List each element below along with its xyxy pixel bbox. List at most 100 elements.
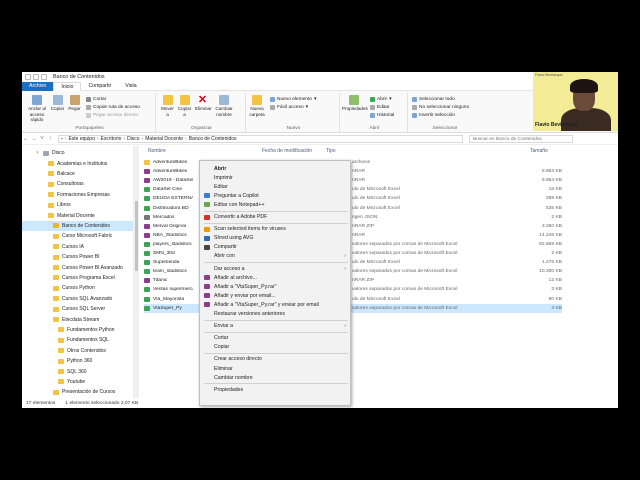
selection-info: 1 elemento seleccionado 2,07 KB	[65, 400, 139, 406]
breadcrumb-4[interactable]: Material Docente	[145, 136, 183, 142]
nav-item[interactable]: Presentación de Cursos	[22, 387, 133, 397]
edit-button[interactable]: Editar	[370, 104, 390, 111]
nav-item[interactable]: Banco de Contenidos	[22, 220, 133, 232]
copy-path-button[interactable]: Copiar ruta de acceso	[86, 104, 140, 111]
context-menu-item[interactable]: Imprimir	[200, 173, 350, 182]
nav-item[interactable]: Material Docente	[22, 210, 133, 220]
move-to-button[interactable]: Mover a	[160, 95, 175, 117]
context-menu-item[interactable]: Añadir al archivo...	[200, 273, 350, 282]
context-menu-item[interactable]: Convertir a Adobe PDF	[200, 213, 350, 222]
delete-button[interactable]: ✕ Eliminar	[195, 95, 212, 112]
context-menu-item[interactable]: Editar	[200, 182, 350, 191]
column-name[interactable]: Nombre	[148, 148, 166, 154]
properties-icon[interactable]	[25, 74, 31, 80]
nav-item[interactable]: Libros	[22, 200, 133, 210]
nav-item[interactable]: Formaciones Empresas	[22, 190, 133, 200]
context-menu-item[interactable]: Añadir a "VtaSuper_Py.rar"	[200, 282, 350, 291]
copy-button[interactable]: Copiar	[50, 95, 65, 112]
context-menu-item[interactable]: Scan selected items for viruses	[200, 225, 350, 234]
history-button[interactable]: Historial	[370, 112, 394, 119]
tab-archivo[interactable]: Archivo	[22, 81, 54, 91]
up-arrow-icon[interactable]: ↑	[46, 136, 54, 142]
nav-item[interactable]: Cursos SQL Server	[22, 304, 133, 314]
paste-button[interactable]: Pegar	[67, 95, 82, 112]
context-menu-item[interactable]: Propiedades	[200, 385, 350, 394]
context-menu-item[interactable]: Compartir	[200, 243, 350, 252]
file-type: nRAR	[352, 169, 366, 175]
nav-item[interactable]: Fundamentos SQL	[22, 335, 133, 345]
invert-selection-button[interactable]: Invertir selección	[412, 112, 455, 119]
context-menu-item[interactable]: Restaurar versiones anteriores	[200, 310, 350, 319]
new-item-button[interactable]: Nuevo elemento ▾	[270, 96, 316, 103]
context-menu-item[interactable]: Añadir y enviar por email...	[200, 291, 350, 300]
column-size[interactable]: Tamaño	[530, 148, 548, 154]
back-arrow-icon[interactable]: ←	[22, 136, 30, 142]
select-none-button[interactable]: No seleccionar ninguno	[412, 104, 469, 111]
context-menu-item[interactable]: Abrir con ›	[200, 252, 350, 261]
chevron-down-icon: ▾	[313, 97, 317, 102]
menu-item-icon	[204, 244, 210, 250]
context-menu-item[interactable]: Cortar	[200, 334, 350, 343]
column-type[interactable]: Tipo	[326, 148, 336, 154]
new-folder-button[interactable]: Nueva carpeta	[248, 95, 266, 117]
nav-item[interactable]: Cursos IA	[22, 242, 133, 252]
forward-arrow-icon[interactable]: →	[30, 136, 38, 142]
breadcrumb-3[interactable]: Disco	[127, 136, 140, 142]
nav-item[interactable]: Cursos Python	[22, 283, 133, 293]
nav-item[interactable]: Otros Contenidos	[22, 346, 133, 356]
address-bar[interactable]: ▪ › Este equipo › Escritorio › Disco › M…	[58, 135, 463, 143]
recent-chevron-icon[interactable]: ˅	[38, 136, 46, 142]
expand-chevron-icon[interactable]: ˅	[36, 150, 40, 156]
tab-compartir[interactable]: Compartir	[81, 82, 118, 91]
folder-icon[interactable]	[41, 74, 47, 80]
scrollbar-thumb[interactable]	[135, 201, 138, 271]
context-menu-item[interactable]: Copiar	[200, 343, 350, 352]
copy-to-button[interactable]: Copiar a	[177, 95, 192, 117]
nav-item[interactable]: Balcace	[22, 169, 133, 179]
breadcrumb-1[interactable]: Este equipo	[68, 136, 94, 142]
context-menu-item[interactable]: Enviar a ›	[200, 322, 350, 331]
pin-quick-access-button[interactable]: Anclar al acceso rápido	[26, 95, 48, 123]
properties-button[interactable]: Propiedades	[342, 95, 368, 112]
file-type: ulo de Microsoft Excel	[352, 187, 400, 193]
open-button[interactable]: Abrir ▾	[370, 96, 392, 103]
nav-scrollbar[interactable]	[134, 146, 139, 398]
nav-item[interactable]: ˅ Disco	[22, 148, 133, 158]
nav-item[interactable]: Fundamentos Python	[22, 325, 133, 335]
context-menu-item[interactable]: Dar acceso a ›	[200, 264, 350, 273]
context-menu-label: Añadir a "VtaSuper_Py.rar"	[214, 283, 277, 290]
nav-item[interactable]: Cursos Power BI Avanzado	[22, 262, 133, 272]
context-menu-item[interactable]: Editar con Notepad++	[200, 200, 350, 209]
rename-button[interactable]: Cambiar nombre	[214, 95, 234, 117]
new-folder-icon[interactable]	[33, 74, 39, 80]
context-menu-item[interactable]: Crear acceso directo	[200, 355, 350, 364]
breadcrumb-2[interactable]: Escritorio	[101, 136, 122, 142]
easy-access-button[interactable]: Fácil acceso ▾	[270, 104, 308, 111]
nav-item[interactable]: Cursos SQL Avanzado	[22, 294, 133, 304]
cut-button[interactable]: Cortar	[86, 96, 106, 103]
nav-item[interactable]: Cursos Programa Excel	[22, 273, 133, 283]
context-menu-item[interactable]: Shred using AVG	[200, 234, 350, 243]
context-menu-item[interactable]: Añadir a "VtaSuper_Py.rar" y enviar por …	[200, 300, 350, 309]
context-menu-item[interactable]: Eliminar	[200, 364, 350, 373]
nav-item[interactable]: SQL 360	[22, 366, 133, 376]
nav-item[interactable]: Academias e Institutos	[22, 158, 133, 168]
nav-item[interactable]: Curso Microsoft Fabric	[22, 231, 133, 241]
nav-item-label: Material Docente	[57, 212, 95, 219]
select-all-button[interactable]: Seleccionar todo	[412, 96, 455, 103]
breadcrumb-5[interactable]: Banco de Contenidos	[189, 136, 237, 142]
nav-item[interactable]: Consultoras	[22, 179, 133, 189]
nav-item[interactable]: Cursos Power BI	[22, 252, 133, 262]
tab-vista[interactable]: Vista	[118, 82, 143, 91]
nav-item-label: Banco de Contenidos	[62, 222, 110, 229]
context-menu-item[interactable]: Abrir	[200, 164, 350, 173]
column-date[interactable]: Fecha de modificación	[262, 148, 312, 154]
search-input[interactable]: Buscar en Banco de Contenidos	[469, 135, 573, 143]
nav-item[interactable]: Etecdata Stream	[22, 314, 133, 324]
nav-item[interactable]: Youtube	[22, 377, 133, 387]
tab-inicio[interactable]: Inicio	[53, 81, 82, 91]
nav-item[interactable]: Python 360	[22, 356, 133, 366]
context-menu-item[interactable]: Cambiar nombre	[200, 373, 350, 382]
context-menu-item[interactable]: Preguntar a Copilot	[200, 191, 350, 200]
paste-shortcut-button[interactable]: Pegar acceso directo	[86, 112, 138, 119]
